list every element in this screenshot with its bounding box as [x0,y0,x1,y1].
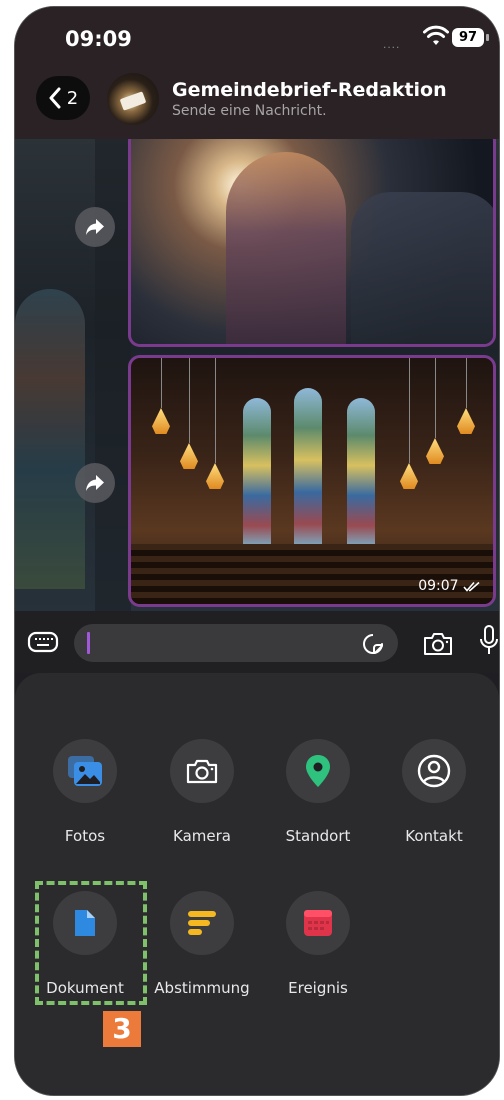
keyboard-icon[interactable] [27,629,59,655]
text-caret [87,632,90,654]
message-list[interactable]: 09:07 [15,139,499,611]
sticker-icon[interactable] [362,633,384,655]
attach-label: Standort [285,827,351,845]
camera-icon[interactable] [422,631,454,657]
hanging-lamp [426,438,444,464]
poll-icon [188,911,216,935]
location-pin-icon [306,755,330,787]
attach-kontakt[interactable]: Kontakt [369,739,499,845]
microphone-icon[interactable] [479,625,499,657]
lamp-cord [161,358,162,408]
chat-subtitle: Sende eine Nachricht. [172,103,327,119]
attach-label: Abstimmung [154,979,250,997]
back-button[interactable]: 2 [36,76,90,120]
photo-message[interactable]: 09:07 [128,355,496,607]
double-check-icon [463,581,480,592]
attach-label: Kontakt [405,827,463,845]
chevron-left-icon [49,87,61,109]
attach-abstimmung-circle[interactable] [170,891,234,955]
chat-title[interactable]: Gemeindebrief-Redaktion [172,79,447,101]
lamp-cord [189,358,190,443]
status-bar: 09:09 .... 97 [15,7,499,63]
wallpaper-window [15,289,85,589]
lamp-cord [435,358,436,438]
attach-label: Ereignis [288,979,348,997]
church-pews [131,544,493,604]
photo-person [226,152,346,344]
chat-header: 2 Gemeindebrief-Redaktion Sende eine Nac… [15,63,499,139]
signal-indicator: .... [383,37,401,51]
photo-message[interactable] [128,139,496,347]
message-input-bar [15,611,499,673]
lamp-cord [215,358,216,463]
message-time: 09:07 [418,578,481,594]
lamp-cord [409,358,410,463]
stained-glass-window [243,398,271,548]
group-avatar[interactable] [107,73,159,125]
attach-standort-circle[interactable] [286,739,350,803]
wifi-icon [423,25,449,45]
battery-indicator: 97 [452,28,484,47]
stained-glass-window [294,388,322,548]
avatar-image [119,91,147,111]
battery-cap [486,34,489,41]
contact-icon [417,754,451,788]
attachment-panel: Fotos Kamera Standort Kontakt Dokument A… [15,673,499,1095]
hanging-lamp [152,408,170,434]
attach-standort[interactable]: Standort [253,739,383,845]
attach-label: Fotos [64,827,106,845]
attach-ereignis-circle[interactable] [286,891,350,955]
camera-icon [186,759,218,784]
message-input[interactable] [74,624,398,662]
lamp-cord [466,358,467,408]
status-time: 09:09 [65,27,132,51]
step-badge: 3 [103,1011,141,1047]
hanging-lamp [180,443,198,469]
stained-glass-window [347,398,375,548]
message-time-text: 09:07 [418,578,459,594]
forward-icon [86,219,104,235]
attach-kamera-circle[interactable] [170,739,234,803]
forward-button[interactable] [75,207,115,247]
attach-kontakt-circle[interactable] [402,739,466,803]
photos-icon [68,756,102,786]
hanging-lamp [457,408,475,434]
phone-screen: 09:09 .... 97 2 Gemeindebrief-Redaktion … [14,6,500,1096]
forward-icon [86,475,104,491]
tutorial-highlight-box [35,881,147,1005]
calendar-icon [304,910,332,936]
attach-ereignis[interactable]: Ereignis [253,891,383,997]
attach-kamera[interactable]: Kamera [137,739,267,845]
hanging-lamp [400,463,418,489]
unread-count: 2 [66,87,79,109]
attach-fotos[interactable]: Fotos [20,739,150,845]
attach-fotos-circle[interactable] [53,739,117,803]
photo-crowd [351,192,493,344]
forward-button[interactable] [75,463,115,503]
hanging-lamp [206,463,224,489]
attach-abstimmung[interactable]: Abstimmung [137,891,267,997]
attach-label: Kamera [173,827,231,845]
